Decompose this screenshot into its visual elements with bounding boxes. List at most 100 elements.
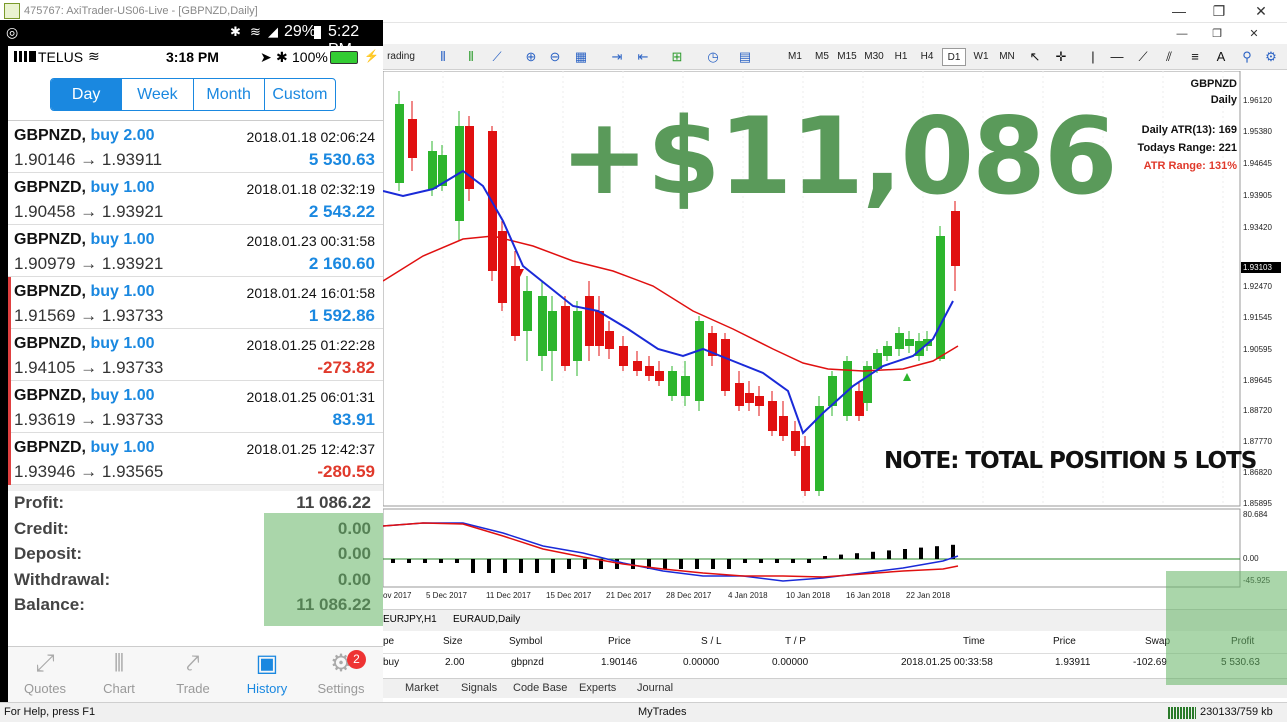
wifi-icon: ≋ xyxy=(250,24,261,39)
trade-row[interactable]: GBPNZD, buy 2.00 2018.01.18 02:06:24 1.901… xyxy=(8,121,383,173)
terminal-tab[interactable]: Market xyxy=(405,682,439,694)
column-header[interactable]: Size xyxy=(443,636,462,647)
traffic-label: 230133/759 kb xyxy=(1200,706,1273,718)
minimize-button[interactable]: — xyxy=(1170,2,1188,20)
nav-quotes[interactable]: ⤢ Quotes xyxy=(10,647,80,702)
indicators-icon[interactable]: ⊞ xyxy=(669,49,685,65)
line-chart-icon[interactable]: ⟋ xyxy=(489,49,505,65)
periods-icon[interactable]: ◷ xyxy=(705,49,721,65)
price-axis-label: 1.94645 xyxy=(1243,159,1272,168)
vertical-line-icon[interactable]: | xyxy=(1085,49,1101,65)
timeframe-d1-button[interactable]: D1 xyxy=(942,48,966,66)
app-logo-icon xyxy=(4,3,20,19)
indicator-bar xyxy=(695,559,699,569)
trade-title: GBPNZD, buy 1.00 xyxy=(14,231,154,249)
segment-month[interactable]: Month xyxy=(192,79,264,110)
segment-custom[interactable]: Custom xyxy=(263,79,335,110)
zoom-in-icon[interactable]: ⊕ xyxy=(523,49,539,65)
chart-shift-icon[interactable]: ⇥ xyxy=(609,49,625,65)
table-cell[interactable]: buy xyxy=(383,657,399,668)
table-cell[interactable]: 1.93911 xyxy=(1055,657,1090,668)
trade-title: GBPNZD, buy 2.00 xyxy=(14,127,154,145)
candlestick-icon[interactable]: ⫴ xyxy=(463,49,479,65)
crosshair-icon[interactable]: ✛ xyxy=(1053,49,1069,65)
trade-table: pe Size Symbol Price S / LT / P Time Price Swap… xyxy=(383,632,1287,680)
terminal-tab[interactable]: Signals xyxy=(461,682,497,694)
trendline-icon[interactable]: ⟋ xyxy=(1135,49,1151,65)
table-cell[interactable]: 0.00000 xyxy=(772,657,808,668)
tab-euraud-daily[interactable]: EURAUD,Daily xyxy=(453,614,520,625)
table-cell[interactable]: gbpnzd xyxy=(511,657,544,668)
mdi-minimize-button[interactable]: — xyxy=(1173,25,1191,43)
candle-body xyxy=(408,119,417,158)
table-cell[interactable]: 1.90146 xyxy=(601,657,637,668)
cell-signal-icon xyxy=(14,51,36,62)
segment-day[interactable]: Day xyxy=(51,79,122,110)
candle-body xyxy=(791,431,800,451)
timeframe-h1-button[interactable]: H1 xyxy=(889,48,913,66)
timeframe-m5-button[interactable]: M5 xyxy=(810,48,834,66)
restore-button[interactable]: ❐ xyxy=(1210,2,1228,20)
column-header[interactable]: Price xyxy=(1053,636,1076,647)
timeframe-m30-button[interactable]: M30 xyxy=(862,48,886,66)
nav-history[interactable]: ▣ History xyxy=(232,647,302,702)
period-selector: Day Week Month Custom xyxy=(50,78,336,111)
tile-windows-icon[interactable]: ▦ xyxy=(573,49,589,65)
trade-profit: 1 592.86 xyxy=(308,306,375,325)
nav-trade[interactable]: ⤤ Trade xyxy=(158,647,228,702)
cursor-icon[interactable]: ↖ xyxy=(1027,49,1043,65)
column-header[interactable]: pe xyxy=(383,636,394,647)
candle-body xyxy=(883,346,892,356)
trade-prices: 1.93619 → 1.93733 xyxy=(14,410,164,429)
indicator-bar xyxy=(775,559,779,563)
timeframe-w1-button[interactable]: W1 xyxy=(969,48,993,66)
date-axis-label: 5 Dec 2017 xyxy=(426,591,467,600)
column-header[interactable]: Symbol xyxy=(509,636,542,647)
terminal-tab[interactable]: Experts xyxy=(579,682,616,694)
terminal-tab[interactable]: Journal xyxy=(637,682,673,694)
timeframe-mn-button[interactable]: MN xyxy=(995,48,1019,66)
column-header[interactable]: Time xyxy=(963,636,985,647)
trade-row[interactable]: GBPNZD, buy 1.00 2018.01.25 06:01:31 1.936… xyxy=(8,381,383,433)
column-header[interactable]: Price xyxy=(608,636,631,647)
timeframe-h4-button[interactable]: H4 xyxy=(915,48,939,66)
column-header[interactable]: T / P xyxy=(785,636,806,647)
tab-eurjpy-h1[interactable]: EURJPY,H1 xyxy=(383,614,437,625)
trade-symbol: GBPNZD, xyxy=(14,179,86,196)
trade-row[interactable]: GBPNZD, buy 1.00 2018.01.18 02:32:19 1.904… xyxy=(8,173,383,225)
mdi-restore-button[interactable]: ❐ xyxy=(1208,25,1226,43)
autotrading-button[interactable]: rading xyxy=(383,48,419,66)
segment-week[interactable]: Week xyxy=(121,79,192,110)
column-header[interactable]: S / L xyxy=(701,636,722,647)
channel-icon[interactable]: ⫽ xyxy=(1161,49,1177,65)
table-cell[interactable]: 0.00000 xyxy=(683,657,719,668)
table-cell[interactable]: -102.69 xyxy=(1133,657,1167,668)
mdi-close-button[interactable]: ✕ xyxy=(1245,25,1263,43)
options-icon[interactable]: ⚙ xyxy=(1263,49,1279,65)
indicator-axis-label: 80.684 xyxy=(1243,510,1268,519)
timeframe-m15-button[interactable]: M15 xyxy=(835,48,859,66)
fibonacci-icon[interactable]: ≡ xyxy=(1187,49,1203,65)
templates-icon[interactable]: ▤ xyxy=(737,49,753,65)
autoscroll-icon[interactable]: ⇤ xyxy=(635,49,651,65)
trade-time: 2018.01.25 01:22:28 xyxy=(246,337,375,353)
date-axis-label: 21 Dec 2017 xyxy=(606,591,652,600)
nav-chart[interactable]: ⫴ Chart xyxy=(84,647,154,702)
table-cell[interactable]: 2.00 xyxy=(445,657,464,668)
trade-row[interactable]: GBPNZD, buy 1.00 2018.01.24 16:01:58 1.915… xyxy=(8,277,383,329)
bar-chart-icon[interactable]: ⫴ xyxy=(435,49,451,65)
text-tool-icon[interactable]: A xyxy=(1213,49,1229,65)
nav-settings[interactable]: ⚙ Settings 2 xyxy=(306,647,376,702)
trade-row[interactable]: GBPNZD, buy 1.00 2018.01.23 00:31:58 1.909… xyxy=(8,225,383,277)
search-icon[interactable]: ⚲ xyxy=(1239,49,1255,65)
trade-row[interactable]: GBPNZD, buy 1.00 2018.01.25 12:42:37 1.939… xyxy=(8,433,383,485)
timeframe-m1-button[interactable]: M1 xyxy=(783,48,807,66)
candle-body xyxy=(801,446,810,491)
horizontal-line-icon[interactable]: — xyxy=(1109,49,1125,65)
zoom-out-icon[interactable]: ⊖ xyxy=(547,49,563,65)
table-cell[interactable]: 2018.01.25 00:33:58 xyxy=(901,657,993,668)
candle-body xyxy=(895,333,904,349)
trade-row[interactable]: GBPNZD, buy 1.00 2018.01.25 01:22:28 1.941… xyxy=(8,329,383,381)
close-button[interactable]: ✕ xyxy=(1252,2,1270,20)
terminal-tab[interactable]: Code Base xyxy=(513,682,567,694)
